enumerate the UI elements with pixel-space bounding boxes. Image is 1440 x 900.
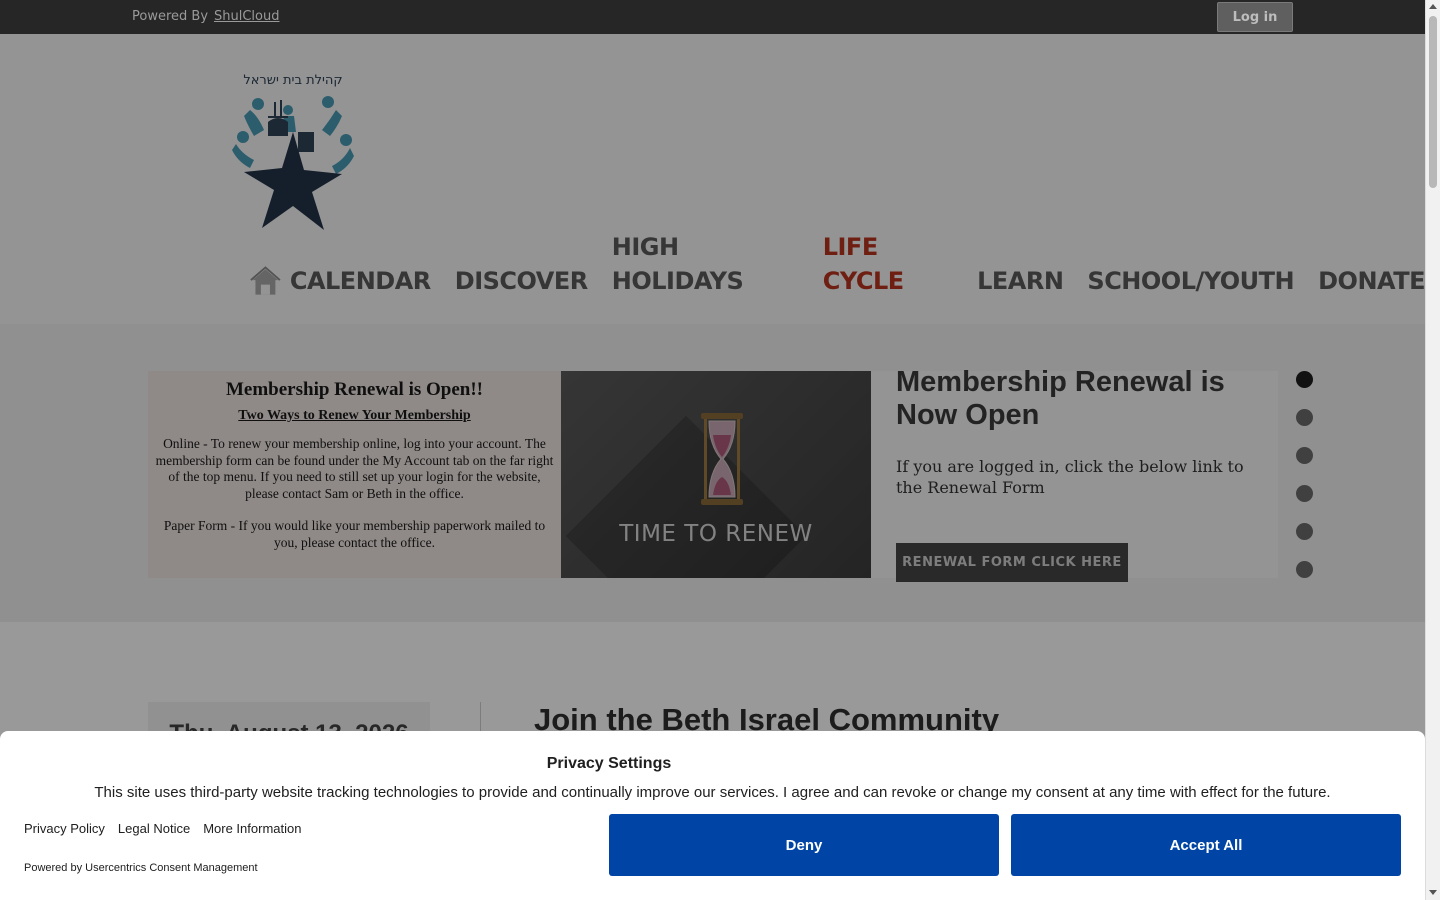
more-information-link[interactable]: More Information [203,821,301,836]
deny-button[interactable]: Deny [609,814,999,876]
privacy-consent-banner: Privacy Settings This site uses third-pa… [0,731,1425,900]
page-scrollbar[interactable] [1425,0,1440,900]
privacy-policy-link[interactable]: Privacy Policy [24,821,105,836]
consent-links: Privacy Policy Legal Notice More Informa… [24,821,314,836]
consent-text: This site uses third-party website track… [94,784,1331,801]
powered-by-label: Powered By [132,9,209,24]
shulcloud-link[interactable]: ShulCloud [214,9,279,24]
powered-by: Powered By ShulCloud [132,9,280,24]
consent-title: Privacy Settings [546,755,672,772]
scroll-down-icon[interactable] [1429,890,1437,895]
login-button[interactable]: Log in [1217,2,1293,32]
scrollbar-thumb[interactable] [1429,16,1437,188]
consent-powered-by: Powered by Usercentrics Consent Manageme… [24,862,258,874]
top-bar: Powered By ShulCloud Log in [0,0,1425,34]
scroll-up-icon[interactable] [1429,4,1437,9]
legal-notice-link[interactable]: Legal Notice [118,821,190,836]
accept-all-button[interactable]: Accept All [1011,814,1401,876]
